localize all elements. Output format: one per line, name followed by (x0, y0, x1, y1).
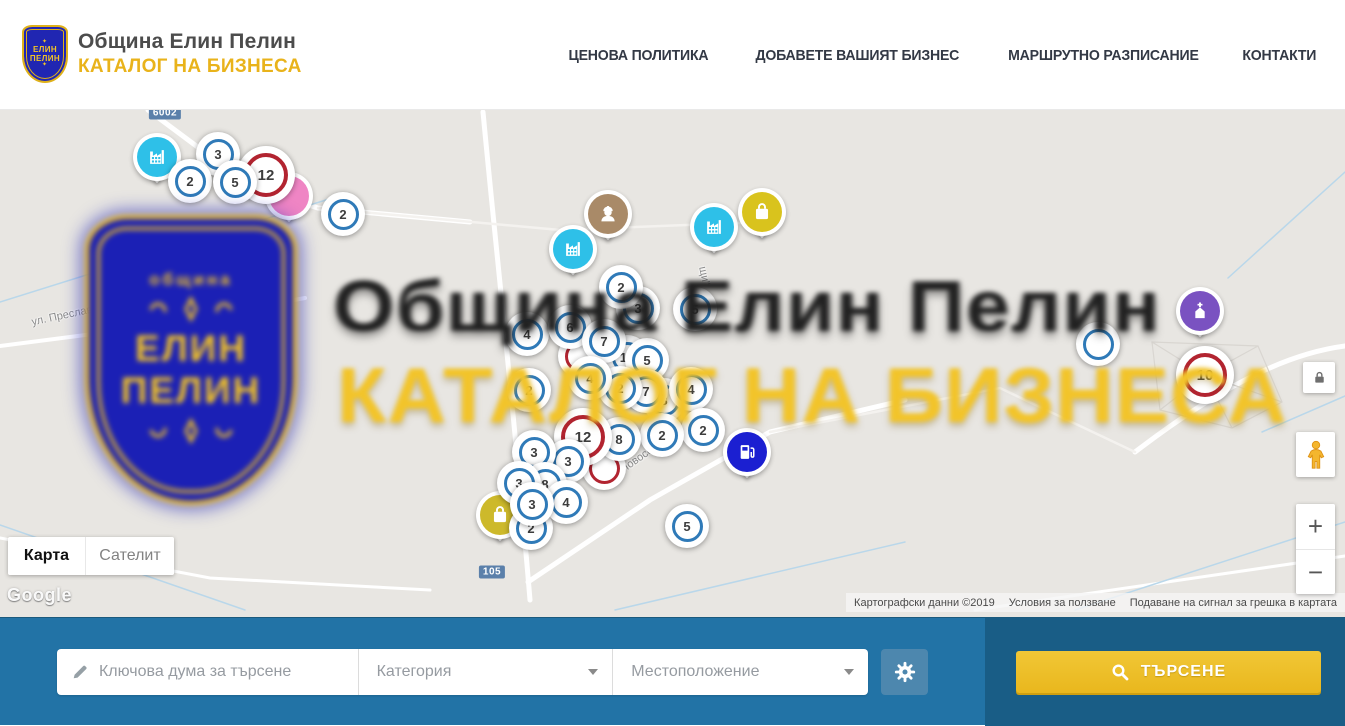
search-input[interactable] (99, 663, 348, 681)
map-view-button[interactable]: Карта (8, 537, 86, 575)
map-cluster[interactable]: 5 (665, 504, 709, 548)
pegman-icon (1305, 439, 1327, 471)
municipality-crest-icon: ✦ ЕЛИН ПЕЛИН ✦ (22, 25, 68, 83)
map-cluster[interactable]: 2 (599, 265, 643, 309)
search-fields: Категория Местоположение (57, 649, 868, 695)
nav-item-pricing[interactable]: ЦЕНОВА ПОЛИТИКА (569, 47, 709, 64)
site-subtitle: КАТАЛОГ НА БИЗНЕСА (78, 56, 302, 78)
map-attribution: Картографски данни ©2019 Условия за полз… (846, 593, 1345, 612)
street-view-pegman-button[interactable] (1296, 432, 1335, 477)
satellite-view-button[interactable]: Сателит (86, 537, 174, 575)
map-cluster[interactable]: 2 (321, 192, 365, 236)
header: ✦ ЕЛИН ПЕЛИН ✦ Община Елин Пелин КАТАЛОГ… (0, 0, 1345, 110)
keyword-field[interactable] (57, 649, 359, 695)
advanced-search-button[interactable] (881, 649, 928, 695)
map-cluster[interactable]: 2 (168, 159, 212, 203)
nav-item-contacts[interactable]: КОНТАКТИ (1243, 47, 1317, 64)
map-canvas[interactable]: община ЕЛИН ПЕЛИН Община Елин Пелин КАТА… (0, 110, 1345, 617)
map-pin-bag[interactable] (738, 188, 786, 236)
search-button[interactable]: ТЪРСЕНЕ (1016, 651, 1321, 693)
report-error-link[interactable]: Подаване на сигнал за грешка в картата (1130, 597, 1337, 609)
nav-item-route-schedule[interactable]: МАРШРУТНО РАЗПИСАНИЕ (1008, 47, 1199, 64)
location-select[interactable]: Местоположение (613, 649, 868, 695)
map-cluster[interactable]: 2 (681, 408, 725, 452)
map-cluster[interactable]: 5 (213, 160, 257, 204)
map-cluster[interactable]: 10 (1176, 346, 1234, 404)
map-cluster[interactable]: 2 (640, 413, 684, 457)
lock-icon (1312, 370, 1327, 385)
zoom-in-button[interactable]: + (1296, 504, 1335, 550)
map-pin-factory[interactable] (690, 203, 738, 251)
site-title: Община Елин Пелин (78, 30, 302, 54)
chevron-down-icon (588, 669, 598, 675)
map-cluster[interactable]: 4 (669, 367, 713, 411)
zoom-out-button[interactable]: − (1296, 550, 1335, 595)
main-nav: ЦЕНОВА ПОЛИТИКА ДОБАВЕТЕ ВАШИЯТ БИЗНЕС М… (564, 0, 1319, 110)
lock-button[interactable] (1303, 362, 1335, 393)
map-cluster[interactable] (1076, 322, 1120, 366)
road-badge: 6002 (149, 110, 181, 120)
zoom-control: + − (1296, 504, 1335, 594)
gear-icon (894, 661, 916, 683)
map-cluster[interactable]: 5 (673, 287, 717, 331)
map-type-control: Карта Сателит (8, 537, 174, 575)
nav-item-add-business[interactable]: ДОБАВЕТЕ ВАШИЯТ БИЗНЕС (755, 47, 959, 64)
crest-ornament: ✦ (42, 63, 48, 68)
map-cluster[interactable]: 4 (568, 356, 612, 400)
google-logo[interactable]: Google (7, 585, 72, 606)
map-copyright: Картографски данни ©2019 (854, 597, 995, 609)
map-cluster[interactable]: 3 (510, 482, 554, 526)
road-badge: 105 (479, 566, 505, 579)
map-pin-fuel[interactable] (723, 428, 771, 476)
map-cluster[interactable]: 2 (507, 368, 551, 412)
chevron-down-icon (844, 669, 854, 675)
search-icon (1111, 663, 1129, 681)
search-bar: Категория Местоположение ТЪРСЕНЕ (0, 617, 1345, 725)
map-pin-church[interactable] (1176, 287, 1224, 335)
pencil-icon (71, 662, 89, 682)
category-select[interactable]: Категория (359, 649, 614, 695)
map-cluster[interactable]: 4 (505, 312, 549, 356)
brand-logo[interactable]: ✦ ЕЛИН ПЕЛИН ✦ Община Елин Пелин КАТАЛОГ… (22, 25, 302, 83)
terms-link[interactable]: Условия за ползване (1009, 597, 1116, 609)
map-pin-factory[interactable] (549, 225, 597, 273)
